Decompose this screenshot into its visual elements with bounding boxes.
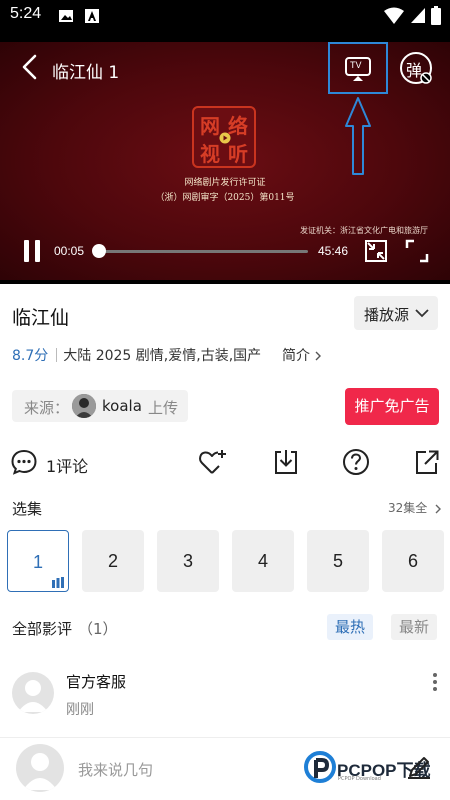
episode-5[interactable]: 5: [307, 530, 369, 592]
video-player[interactable]: 临江仙 1 TV 弹 网 络 视 听 网络剧片发行许可证 （浙）网剧审字（202…: [0, 32, 450, 284]
tv-label: TV: [350, 60, 362, 70]
divider: [56, 348, 58, 362]
rating: 8.7分: [12, 348, 49, 364]
share-icon[interactable]: [414, 448, 440, 476]
edit-pen-icon[interactable]: [406, 754, 432, 780]
duration-time: 45:46: [318, 244, 349, 258]
issuer-text: 发证机关：浙江省文化广电和旅游厅: [300, 226, 428, 235]
annotation-arrow: [345, 97, 371, 175]
battery-icon: [431, 6, 441, 25]
fullscreen-icon[interactable]: [405, 239, 429, 263]
my-avatar: [16, 744, 64, 792]
comment-icon[interactable]: [10, 448, 38, 476]
episode-number: 1: [32, 552, 43, 572]
uploader-avatar: [72, 394, 96, 418]
help-icon[interactable]: [342, 448, 370, 476]
sort-new-tab[interactable]: 最新: [391, 614, 438, 640]
download-icon[interactable]: [273, 448, 299, 476]
episode-2[interactable]: 2: [82, 530, 144, 592]
pcpop-logo-icon: [304, 751, 336, 783]
current-time: 00:05: [54, 244, 85, 258]
gallery-icon: [59, 10, 73, 22]
pause-icon[interactable]: [22, 239, 42, 263]
app-notification-icon: [85, 9, 99, 23]
favorite-add-icon[interactable]: [198, 448, 228, 476]
reviews-title: 全部影评 （1）: [12, 618, 118, 639]
comment-input[interactable]: 我来说几句: [78, 759, 153, 780]
episode-1[interactable]: 1: [7, 530, 69, 592]
logo-char: 络: [228, 114, 248, 138]
progress-thumb[interactable]: [92, 244, 106, 258]
more-options-icon[interactable]: [431, 672, 439, 692]
logo-char: 视: [200, 142, 220, 166]
chevron-right-icon: [315, 351, 322, 361]
play-source-button[interactable]: 播放源: [354, 296, 438, 330]
review-author: 官方客服: [66, 673, 127, 691]
show-meta: 8.7分 大陆 2025 剧情,爱情,古装,国产: [12, 345, 261, 365]
user-photo-icon: [72, 394, 96, 418]
logo-char: 听: [228, 142, 248, 166]
sort-hot-tab[interactable]: 最热: [327, 614, 374, 640]
play-source-label: 播放源: [364, 306, 410, 324]
screen-shrink-icon[interactable]: [364, 239, 388, 263]
episodes-title: 选集: [12, 500, 43, 518]
uploader-prefix: 来源：: [24, 399, 70, 417]
status-bar: 5:24: [0, 0, 450, 32]
chevron-down-icon: [415, 309, 429, 318]
uploader-suffix: 上传: [148, 399, 179, 417]
episode-6[interactable]: 6: [382, 530, 444, 592]
watermark-subtext: PCPOP Download: [338, 776, 381, 782]
reviews-title-label: 全部影评: [12, 620, 73, 638]
intro-link-label: 简介: [282, 348, 310, 364]
logo-play-icon: [219, 132, 231, 144]
chevron-right-icon: [435, 504, 442, 513]
promo-ad-free-button[interactable]: 推广免广告: [345, 388, 439, 425]
player-title: 临江仙 1: [52, 63, 120, 83]
signal-icon: [411, 8, 425, 23]
meta-details: 大陆 2025 剧情,爱情,古装,国产: [63, 348, 262, 364]
back-arrow-icon[interactable]: [20, 54, 40, 80]
episode-4[interactable]: 4: [232, 530, 294, 592]
progress-track[interactable]: [98, 250, 308, 253]
review-avatar[interactable]: [12, 672, 54, 714]
wifi-icon: [384, 7, 404, 24]
reviews-count: （1）: [78, 620, 118, 638]
now-playing-icon: [52, 577, 64, 588]
uploader-name: koala: [102, 397, 142, 415]
danmaku-toggle-button[interactable]: 弹: [400, 52, 432, 84]
permit-line-2: （浙）网剧审字（2025）第011号: [155, 193, 295, 203]
network-av-logo: 网 络 视 听: [192, 106, 256, 168]
comment-count[interactable]: 1评论: [46, 453, 88, 477]
episode-3[interactable]: 3: [157, 530, 219, 592]
review-time: 刚刚: [66, 702, 94, 718]
tv-cast-button[interactable]: TV: [343, 54, 373, 84]
show-title: 临江仙: [12, 307, 70, 329]
default-avatar-icon: [18, 680, 48, 712]
intro-link[interactable]: 简介: [282, 345, 322, 365]
episodes-all-label: 32集全: [388, 501, 428, 515]
danmaku-off-icon: [420, 72, 432, 84]
permit-line-1: 网络剧片发行许可证: [184, 178, 266, 188]
logo-char: 网: [200, 114, 220, 138]
uploader-chip[interactable]: 来源： koala 上传: [12, 390, 188, 422]
status-time: 5:24: [10, 5, 42, 22]
default-avatar-icon: [23, 753, 57, 790]
episodes-all-link[interactable]: 32集全: [388, 499, 442, 516]
